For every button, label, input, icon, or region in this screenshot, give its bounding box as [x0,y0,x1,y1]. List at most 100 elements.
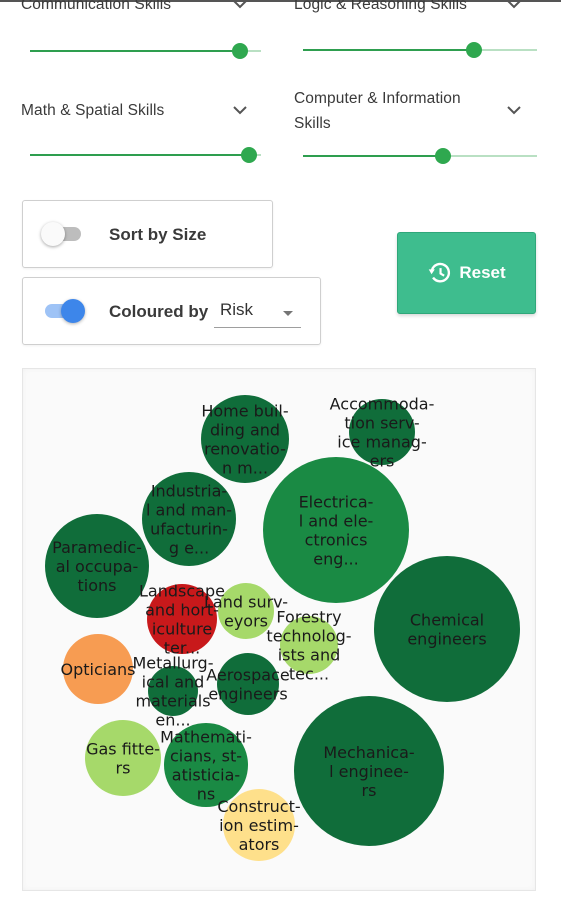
bubble-label-line: Forestry [276,608,341,627]
bubble-label-line: Land surv- [204,593,288,612]
bubble-label-line: cians, st- [170,747,242,766]
bubble-label-line: ical and [142,673,205,692]
bubble-label-line: rs [116,759,131,778]
occupation-bubble-label: Aerospace engineers [206,666,289,704]
bubble-label-line: Mathemati- [160,728,252,747]
skill-label-line: Skills [294,115,331,132]
bubble-label-line: Gas fitte- [86,740,160,759]
bubble-label-line: ists and [278,646,341,665]
bubble-label-line: Chemical [410,611,484,630]
colour-by-select[interactable]: Risk [214,300,301,328]
skill-header[interactable]: Computer & Information Skills [294,86,523,136]
bubble-label-line: g e... [169,539,209,558]
bubble-label-line: renovatio- [204,440,286,459]
bubble-label-line: atisticia- [172,766,240,785]
toggle-knob[interactable] [41,222,65,246]
skill-filter-math-spatial: Math & Spatial Skills [21,98,261,168]
computer-information-skill-slider[interactable] [303,148,537,164]
slider-thumb[interactable] [435,148,452,164]
bubble-label-line: ding and [210,421,280,440]
occupation-bubble-label: Mathemati-cians, st-atisticia-ns [160,728,252,804]
chevron-down-icon[interactable] [505,104,523,116]
skill-label-line: Logic & Reasoning Skills [294,0,467,13]
bubble-label-line: Paramedic- [52,538,142,557]
bubble-label-line: Aerospace [206,666,289,685]
slider-fill [303,155,444,157]
occupation-bubble-label: Opticians [61,660,136,679]
bubble-label-line: eyors [224,612,268,631]
dropdown-arrow-icon[interactable] [283,311,293,316]
skill-header[interactable]: Logic & Reasoning Skills [294,0,523,17]
bubble-label-line: ers [370,452,395,471]
math-spatial-skill-slider[interactable] [30,147,261,163]
bubble-label-line: technolog- [266,627,351,646]
slider-fill [303,49,474,51]
bubble-label-line: ators [239,835,280,854]
skill-filter-communication: Communication Skills [21,0,261,62]
slider-fill [30,50,241,52]
bubble-label-line: engineers [208,685,287,704]
chevron-down-icon[interactable] [231,104,249,116]
sort-by-size-label: Sort by Size [109,225,207,244]
sort-by-size-card: Sort by Size [22,200,273,268]
bubble-label-line: rs [362,781,377,800]
slider-thumb[interactable] [241,147,258,163]
slider-thumb[interactable] [465,42,482,58]
bubble-label-line: iculture [152,620,212,639]
skill-filter-computer-information: Computer & Information Skills [294,86,537,166]
bubble-label-line: engineers [407,630,486,649]
slider-fill [30,154,250,156]
bubble-label-line: ice manag- [337,433,426,452]
bubble-label-line: eng... [313,550,358,569]
skill-header[interactable]: Communication Skills [21,0,249,17]
bubble-label-line: Opticians [61,660,136,679]
coloured-by-card: Coloured by Risk [22,277,321,345]
chevron-down-icon[interactable] [231,0,249,10]
colour-by-selected-value: Risk [220,300,254,319]
skill-label: Computer & Information Skills [294,86,461,136]
logic-reasoning-skill-slider[interactable] [303,42,537,58]
bubble-label-line: Electrica- [299,493,374,512]
bubble-label-line: Metallurg- [133,654,214,673]
skill-label-line: Communication Skills [21,0,172,13]
bubble-label-line: Accommoda- [330,395,435,414]
bubble-label-line: Industria- [151,482,227,501]
bubble-label-line: ns [197,785,215,804]
reset-label: Reset [459,263,506,282]
bubble-label-line: Construct- [217,797,300,816]
sort-by-size-toggle[interactable] [41,222,81,246]
coloured-by-label: Coloured by [109,302,209,321]
bubble-label-line: n m... [222,459,268,478]
bubble-label-line: al occupa- [56,557,139,576]
bubble-label-line: materials [135,692,210,711]
skill-label: Communication Skills [21,0,171,17]
bubble-label-line: tions [78,576,117,595]
bubble-label-line: Mechanica- [323,743,414,762]
skill-label: Math & Spatial Skills [21,98,164,123]
reset-button[interactable]: Reset [397,232,536,314]
bubble-label-line: ufacturin- [150,520,228,539]
skill-filter-logic-reasoning: Logic & Reasoning Skills [294,0,537,62]
bubble-label-line: ctronics [305,531,368,550]
occupation-bubble-chart: Home buil-ding and renovatio-n m... Accomm… [22,368,536,891]
coloured-by-toggle[interactable] [45,299,85,323]
communication-skill-slider[interactable] [30,43,261,59]
occupation-bubble-label: Metallurg-ical and materials en... [133,654,214,730]
bubble-label-line: l and man- [146,501,232,520]
slider-thumb[interactable] [232,43,249,59]
occupation-bubble-label: Chemical engineers [407,611,486,649]
bubble-label-line: tion serv- [344,414,419,433]
chevron-down-icon[interactable] [505,0,523,10]
bubble-label-line: Home buil- [201,402,288,421]
skill-label-line: Computer & Information [294,90,461,107]
skill-header[interactable]: Math & Spatial Skills [21,98,249,123]
bubble-label-line: l and ele- [299,512,374,531]
skill-label: Logic & Reasoning Skills [294,0,467,17]
toggle-knob[interactable] [61,299,85,323]
bubble-label-line: l enginee- [329,762,409,781]
bubble-chart-canvas: Home buil-ding and renovatio-n m... Accomm… [45,395,520,861]
skill-label-line: Math & Spatial Skills [21,102,165,119]
bubble-label-line: ion estim- [219,816,299,835]
bubble-label-line: tec... [289,665,329,684]
history-icon [427,260,453,286]
